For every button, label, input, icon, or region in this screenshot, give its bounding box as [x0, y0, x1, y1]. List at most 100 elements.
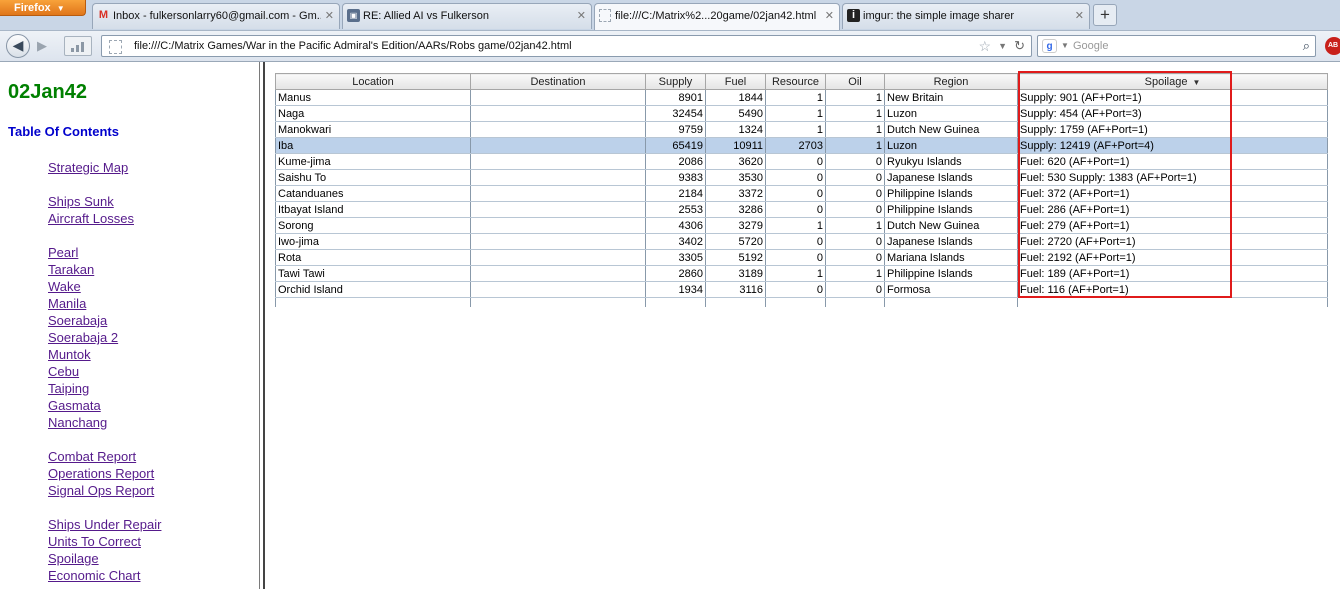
address-bar[interactable]: file:///C:/Matrix Games/War in the Pacif… [101, 35, 1032, 57]
url-text[interactable]: file:///C:/Matrix Games/War in the Pacif… [134, 36, 572, 56]
cell-location: Kume-jima [275, 153, 471, 170]
cell-destination [470, 281, 646, 298]
column-header-location[interactable]: Location [275, 73, 471, 90]
cell-region: Dutch New Guinea [884, 217, 1018, 234]
toc-link-spoilage[interactable]: Spoilage [48, 551, 99, 566]
cell-oil: 1 [825, 217, 885, 234]
cell-fuel: 5720 [705, 233, 766, 250]
search-engine-dropdown-icon[interactable]: ▼ [1061, 36, 1069, 56]
cell-supply: 65419 [645, 137, 706, 154]
toc-link-combat-report[interactable]: Combat Report [48, 449, 136, 464]
table-row[interactable]: Iba 65419 10911 2703 1 Luzon Supply: 12419 (AF… [275, 137, 1328, 154]
frame-divider[interactable] [259, 62, 265, 589]
table-row[interactable]: Orchid Island 1934 3116 0 0 Formosa Fuel: 116 … [275, 281, 1328, 298]
toc-link-taiping[interactable]: Taiping [48, 381, 89, 396]
toc-link-wake[interactable]: Wake [48, 279, 81, 294]
back-button[interactable]: ◀ [6, 34, 30, 58]
table-row[interactable]: Tawi Tawi 2860 3189 1 1 Philippine Islands Fue… [275, 265, 1328, 282]
toc-link-nanchang[interactable]: Nanchang [48, 415, 107, 430]
table-row[interactable]: Kume-jima 2086 3620 0 0 Ryukyu Islands Fuel: 6… [275, 153, 1328, 170]
search-bar[interactable]: g ▼ Google ⌕ [1037, 35, 1316, 57]
toc-link-tarakan[interactable]: Tarakan [48, 262, 94, 277]
adblock-icon[interactable]: AB [1325, 37, 1340, 55]
toc-link-soerabaja-2[interactable]: Soerabaja 2 [48, 330, 118, 345]
column-header-region[interactable]: Region [884, 73, 1018, 90]
toc-link-operations-report[interactable]: Operations Report [48, 466, 154, 481]
cell-region: Ryukyu Islands [884, 153, 1018, 170]
cell-fuel: 5490 [705, 105, 766, 122]
google-icon[interactable]: g [1042, 39, 1057, 53]
cell-destination [470, 201, 646, 218]
table-row[interactable]: Rota 3305 5192 0 0 Mariana Islands Fuel: 2192 … [275, 249, 1328, 266]
toc-link-signal-ops-report[interactable]: Signal Ops Report [48, 483, 154, 498]
toc-link-soerabaja[interactable]: Soerabaja [48, 313, 107, 328]
close-icon[interactable]: ✕ [825, 4, 834, 28]
toc-link-units-to-correct[interactable]: Units To Correct [48, 534, 141, 549]
cell-region: New Britain [884, 89, 1018, 106]
toc-link-economic-chart[interactable]: Economic Chart [48, 568, 140, 583]
column-header-fuel[interactable]: Fuel [705, 73, 766, 90]
toc-link-ships-sunk[interactable]: Ships Sunk [48, 194, 114, 209]
cell-spoilage: Fuel: 286 (AF+Port=1) [1017, 201, 1328, 218]
sort-descending-icon: ▼ [1192, 77, 1201, 87]
tab-current-page[interactable]: file:///C:/Matrix%2...20game/02jan42.htm… [594, 3, 840, 30]
column-header-resource[interactable]: Resource [765, 73, 826, 90]
cell-resource: 2703 [765, 137, 826, 154]
table-row[interactable]: Manus 8901 1844 1 1 New Britain Supply: 901 (A… [275, 89, 1328, 106]
table-row[interactable]: Itbayat Island 2553 3286 0 0 Philippine Islan… [275, 201, 1328, 218]
toc-link-gasmata[interactable]: Gasmata [48, 398, 101, 413]
filler-cell [275, 297, 471, 307]
toc-link-strategic-map[interactable]: Strategic Map [48, 160, 128, 175]
chevron-down-icon: ▼ [56, 4, 65, 13]
cell-resource: 0 [765, 233, 826, 250]
cell-resource: 1 [765, 265, 826, 282]
table-row[interactable]: Saishu To 9383 3530 0 0 Japanese Islands Fuel:… [275, 169, 1328, 186]
cell-spoilage: Fuel: 279 (AF+Port=1) [1017, 217, 1328, 234]
cell-location: Iba [275, 137, 471, 154]
toc-link-aircraft-losses[interactable]: Aircraft Losses [48, 211, 134, 226]
new-tab-button[interactable]: + [1093, 4, 1117, 26]
table-row[interactable]: Iwo-jima 3402 5720 0 0 Japanese Islands Fuel: … [275, 233, 1328, 250]
column-header-destination[interactable]: Destination [470, 73, 646, 90]
toc-link-ships-under-repair[interactable]: Ships Under Repair [48, 517, 161, 532]
cell-fuel: 3189 [705, 265, 766, 282]
table-row[interactable]: Naga 32454 5490 1 1 Luzon Supply: 454 (AF+Port… [275, 105, 1328, 122]
cell-location: Orchid Island [275, 281, 471, 298]
cell-spoilage: Fuel: 189 (AF+Port=1) [1017, 265, 1328, 282]
column-header-label: Destination [530, 75, 586, 88]
forward-button[interactable]: ▶ [33, 38, 51, 54]
close-icon[interactable]: ✕ [577, 4, 586, 28]
toc-link-cebu[interactable]: Cebu [48, 364, 79, 379]
table-row[interactable]: Manokwari 9759 1324 1 1 Dutch New Guinea Suppl… [275, 121, 1328, 138]
stats-button[interactable] [64, 36, 92, 56]
bookmark-star-icon[interactable]: ☆ [978, 36, 991, 56]
toc-link-muntok[interactable]: Muntok [48, 347, 91, 362]
tab-imgur[interactable]: i imgur: the simple image sharer ✕ [842, 3, 1090, 29]
table-row[interactable]: Catanduanes 2184 3372 0 0 Philippine Islands F… [275, 185, 1328, 202]
firefox-menu-button[interactable]: Firefox ▼ [0, 0, 86, 16]
cell-resource: 1 [765, 105, 826, 122]
cell-location: Naga [275, 105, 471, 122]
search-input[interactable]: Google [1073, 36, 1108, 56]
column-header-spoilage[interactable]: Spoilage ▼ [1017, 73, 1328, 90]
search-icon[interactable]: ⌕ [1303, 37, 1310, 55]
close-icon[interactable]: ✕ [1075, 4, 1084, 28]
cell-resource: 1 [765, 121, 826, 138]
column-header-oil[interactable]: Oil [825, 73, 885, 90]
table-row[interactable]: Sorong 4306 3279 1 1 Dutch New Guinea Fuel: 27… [275, 217, 1328, 234]
tab-forum[interactable]: ▣ RE: Allied AI vs Fulkerson ✕ [342, 3, 592, 29]
cell-oil: 0 [825, 249, 885, 266]
cell-spoilage: Fuel: 620 (AF+Port=1) [1017, 153, 1328, 170]
toc-link-manila[interactable]: Manila [48, 296, 86, 311]
close-icon[interactable]: ✕ [325, 4, 334, 28]
reload-icon[interactable]: ↻ [1014, 36, 1025, 56]
column-header-supply[interactable]: Supply [645, 73, 706, 90]
tab-gmail[interactable]: M Inbox - fulkersonlarry60@gmail.com - G… [92, 3, 340, 29]
cell-destination [470, 249, 646, 266]
cell-spoilage: Fuel: 116 (AF+Port=1) [1017, 281, 1328, 298]
cell-region: Philippine Islands [884, 185, 1018, 202]
cell-region: Japanese Islands [884, 233, 1018, 250]
page-title: 02Jan42 [8, 81, 87, 103]
toc-link-pearl[interactable]: Pearl [48, 245, 78, 260]
history-dropdown-icon[interactable]: ▼ [998, 36, 1007, 56]
